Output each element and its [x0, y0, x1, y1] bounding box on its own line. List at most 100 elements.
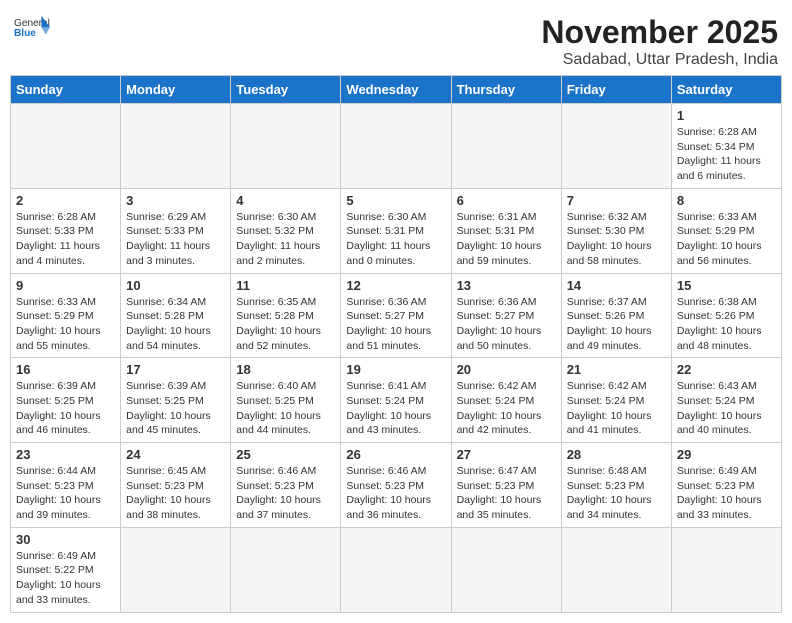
day-number: 7 [567, 193, 666, 208]
calendar-cell: 15 Sunrise: 6:38 AM Sunset: 5:26 PM Dayli… [671, 273, 781, 358]
day-info: Sunrise: 6:46 AM Sunset: 5:23 PM Dayligh… [346, 464, 445, 523]
day-number: 11 [236, 278, 335, 293]
day-number: 6 [457, 193, 556, 208]
week-row-0: 1 Sunrise: 6:28 AM Sunset: 5:34 PM Daylig… [11, 104, 782, 189]
day-info: Sunrise: 6:49 AM Sunset: 5:22 PM Dayligh… [16, 549, 115, 608]
calendar-cell: 3Sunrise: 6:29 AM Sunset: 5:33 PM Daylig… [121, 188, 231, 273]
day-info: Sunrise: 6:36 AM Sunset: 5:27 PM Dayligh… [346, 295, 445, 354]
day-number: 19 [346, 362, 445, 377]
day-number: 23 [16, 447, 115, 462]
day-number: 12 [346, 278, 445, 293]
day-info: Sunrise: 6:48 AM Sunset: 5:23 PM Dayligh… [567, 464, 666, 523]
day-number: 2 [16, 193, 115, 208]
week-row-3: 16 Sunrise: 6:39 AM Sunset: 5:25 PM Dayli… [11, 358, 782, 443]
day-info: Sunrise: 6:37 AM Sunset: 5:26 PM Dayligh… [567, 295, 666, 354]
day-info: Sunrise: 6:43 AM Sunset: 5:24 PM Dayligh… [677, 379, 776, 438]
month-year-title: November 2025 [541, 14, 778, 51]
day-number: 17 [126, 362, 225, 377]
calendar-cell: 2 Sunrise: 6:28 AM Sunset: 5:33 PM Daylig… [11, 188, 121, 273]
calendar-cell: 8Sunrise: 6:33 AM Sunset: 5:29 PM Daylig… [671, 188, 781, 273]
calendar-cell: 28 Sunrise: 6:48 AM Sunset: 5:23 PM Dayli… [561, 443, 671, 528]
day-number: 16 [16, 362, 115, 377]
day-info: Sunrise: 6:28 AM Sunset: 5:33 PM Dayligh… [16, 210, 115, 269]
day-number: 4 [236, 193, 335, 208]
day-info: Sunrise: 6:45 AM Sunset: 5:23 PM Dayligh… [126, 464, 225, 523]
calendar-cell [11, 104, 121, 189]
calendar-cell: 18 Sunrise: 6:40 AM Sunset: 5:25 PM Dayli… [231, 358, 341, 443]
week-row-2: 9 Sunrise: 6:33 AM Sunset: 5:29 PM Daylig… [11, 273, 782, 358]
calendar-cell [451, 104, 561, 189]
calendar-cell: 27 Sunrise: 6:47 AM Sunset: 5:23 PM Dayli… [451, 443, 561, 528]
weekday-header-wednesday: Wednesday [341, 76, 451, 104]
calendar-cell: 22 Sunrise: 6:43 AM Sunset: 5:24 PM Dayli… [671, 358, 781, 443]
day-info: Sunrise: 6:29 AM Sunset: 5:33 PM Dayligh… [126, 210, 225, 269]
calendar-cell: 13 Sunrise: 6:36 AM Sunset: 5:27 PM Dayli… [451, 273, 561, 358]
weekday-header-tuesday: Tuesday [231, 76, 341, 104]
day-number: 22 [677, 362, 776, 377]
day-info: Sunrise: 6:28 AM Sunset: 5:34 PM Dayligh… [677, 125, 776, 184]
day-info: Sunrise: 6:31 AM Sunset: 5:31 PM Dayligh… [457, 210, 556, 269]
calendar-cell: 21 Sunrise: 6:42 AM Sunset: 5:24 PM Dayli… [561, 358, 671, 443]
day-number: 24 [126, 447, 225, 462]
header: General Blue November 2025 Sadabad, Utta… [10, 10, 782, 69]
calendar-table: SundayMondayTuesdayWednesdayThursdayFrid… [10, 75, 782, 613]
calendar-cell [341, 104, 451, 189]
day-info: Sunrise: 6:33 AM Sunset: 5:29 PM Dayligh… [16, 295, 115, 354]
day-number: 30 [16, 532, 115, 547]
weekday-header-sunday: Sunday [11, 76, 121, 104]
day-info: Sunrise: 6:42 AM Sunset: 5:24 PM Dayligh… [567, 379, 666, 438]
day-number: 21 [567, 362, 666, 377]
day-info: Sunrise: 6:34 AM Sunset: 5:28 PM Dayligh… [126, 295, 225, 354]
calendar-cell: 16 Sunrise: 6:39 AM Sunset: 5:25 PM Dayli… [11, 358, 121, 443]
day-info: Sunrise: 6:33 AM Sunset: 5:29 PM Dayligh… [677, 210, 776, 269]
logo: General Blue [14, 14, 50, 42]
day-number: 1 [677, 108, 776, 123]
day-number: 29 [677, 447, 776, 462]
calendar-cell: 12 Sunrise: 6:36 AM Sunset: 5:27 PM Dayli… [341, 273, 451, 358]
calendar-cell: 9 Sunrise: 6:33 AM Sunset: 5:29 PM Daylig… [11, 273, 121, 358]
day-info: Sunrise: 6:30 AM Sunset: 5:31 PM Dayligh… [346, 210, 445, 269]
day-info: Sunrise: 6:44 AM Sunset: 5:23 PM Dayligh… [16, 464, 115, 523]
weekday-header-row: SundayMondayTuesdayWednesdayThursdayFrid… [11, 76, 782, 104]
day-number: 13 [457, 278, 556, 293]
calendar-cell [451, 527, 561, 612]
calendar-cell [341, 527, 451, 612]
day-info: Sunrise: 6:32 AM Sunset: 5:30 PM Dayligh… [567, 210, 666, 269]
day-info: Sunrise: 6:39 AM Sunset: 5:25 PM Dayligh… [16, 379, 115, 438]
day-number: 5 [346, 193, 445, 208]
calendar-cell: 19Sunrise: 6:41 AM Sunset: 5:24 PM Dayli… [341, 358, 451, 443]
day-number: 15 [677, 278, 776, 293]
location-subtitle: Sadabad, Uttar Pradesh, India [541, 51, 778, 69]
day-number: 18 [236, 362, 335, 377]
logo-svg: General Blue [14, 14, 50, 42]
calendar-cell: 20Sunrise: 6:42 AM Sunset: 5:24 PM Dayli… [451, 358, 561, 443]
calendar-cell: 1 Sunrise: 6:28 AM Sunset: 5:34 PM Daylig… [671, 104, 781, 189]
day-number: 28 [567, 447, 666, 462]
calendar-cell: 7 Sunrise: 6:32 AM Sunset: 5:30 PM Daylig… [561, 188, 671, 273]
week-row-5: 30 Sunrise: 6:49 AM Sunset: 5:22 PM Dayli… [11, 527, 782, 612]
calendar-cell: 24 Sunrise: 6:45 AM Sunset: 5:23 PM Dayli… [121, 443, 231, 528]
calendar-cell: 10 Sunrise: 6:34 AM Sunset: 5:28 PM Dayli… [121, 273, 231, 358]
day-info: Sunrise: 6:30 AM Sunset: 5:32 PM Dayligh… [236, 210, 335, 269]
calendar-cell: 6 Sunrise: 6:31 AM Sunset: 5:31 PM Daylig… [451, 188, 561, 273]
day-info: Sunrise: 6:46 AM Sunset: 5:23 PM Dayligh… [236, 464, 335, 523]
day-info: Sunrise: 6:40 AM Sunset: 5:25 PM Dayligh… [236, 379, 335, 438]
title-block: November 2025 Sadabad, Uttar Pradesh, In… [541, 14, 778, 69]
calendar-cell: 26 Sunrise: 6:46 AM Sunset: 5:23 PM Dayli… [341, 443, 451, 528]
calendar-cell: 4 Sunrise: 6:30 AM Sunset: 5:32 PM Daylig… [231, 188, 341, 273]
day-number: 20 [457, 362, 556, 377]
calendar-cell: 5 Sunrise: 6:30 AM Sunset: 5:31 PM Daylig… [341, 188, 451, 273]
calendar-cell: 30 Sunrise: 6:49 AM Sunset: 5:22 PM Dayli… [11, 527, 121, 612]
day-number: 27 [457, 447, 556, 462]
calendar-cell: 17Sunrise: 6:39 AM Sunset: 5:25 PM Dayli… [121, 358, 231, 443]
day-number: 10 [126, 278, 225, 293]
day-info: Sunrise: 6:47 AM Sunset: 5:23 PM Dayligh… [457, 464, 556, 523]
day-number: 26 [346, 447, 445, 462]
day-info: Sunrise: 6:36 AM Sunset: 5:27 PM Dayligh… [457, 295, 556, 354]
day-info: Sunrise: 6:38 AM Sunset: 5:26 PM Dayligh… [677, 295, 776, 354]
calendar-cell [231, 527, 341, 612]
calendar-cell: 29Sunrise: 6:49 AM Sunset: 5:23 PM Dayli… [671, 443, 781, 528]
day-info: Sunrise: 6:35 AM Sunset: 5:28 PM Dayligh… [236, 295, 335, 354]
day-number: 14 [567, 278, 666, 293]
day-number: 9 [16, 278, 115, 293]
